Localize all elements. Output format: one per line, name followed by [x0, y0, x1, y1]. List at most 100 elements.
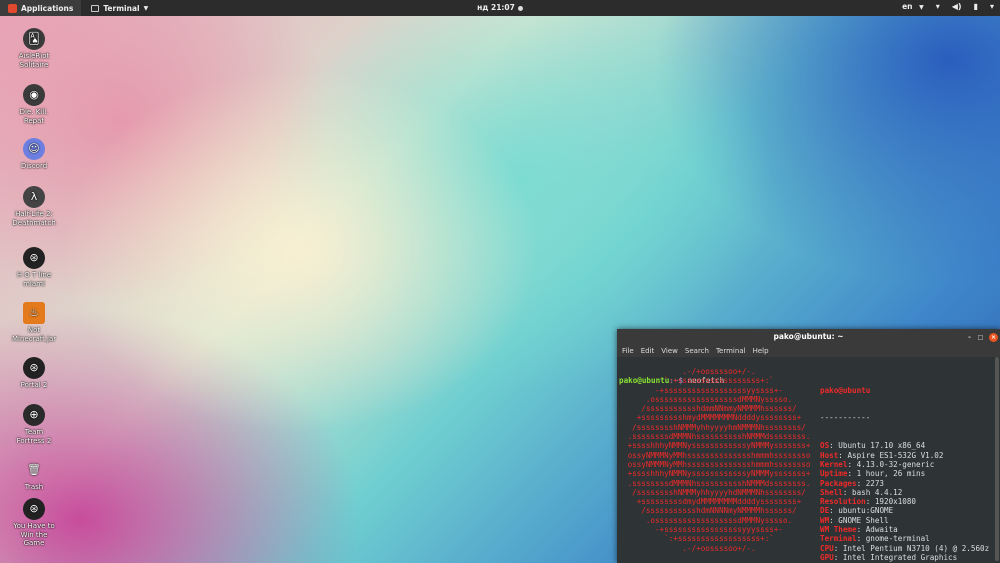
- menu-item-help[interactable]: Help: [753, 347, 769, 355]
- top-panel: Applications Terminal ▼ нд 21:07 en ▼ ▾ …: [0, 0, 1000, 16]
- clock-container: нд 21:07: [0, 3, 1000, 12]
- desktop-icon-label: Half-Life 2: Deathmatch: [12, 210, 56, 227]
- logo-line: .-/+oossssoo+/-.: [682, 367, 756, 376]
- wifi-icon[interactable]: ▾: [936, 2, 940, 11]
- info-key: Shell: [820, 487, 843, 497]
- close-button[interactable]: ×: [989, 333, 998, 342]
- info-value: : GNOME Shell: [829, 515, 889, 525]
- terminal-menubar: File Edit View Search Terminal Help: [617, 345, 1000, 357]
- logo-line: .-/+oossssoo+/-.: [682, 543, 756, 553]
- terminal-icon: [91, 4, 100, 12]
- menu-item-terminal[interactable]: Terminal: [716, 347, 746, 355]
- game-ball-icon: ◉: [23, 84, 45, 106]
- taskbar-terminal-label: Terminal: [103, 3, 140, 13]
- menu-item-file[interactable]: File: [622, 347, 634, 355]
- taskbar-terminal[interactable]: Terminal ▼: [91, 4, 148, 13]
- logo-line: .ossssssssssssssssssdMMMNysssso.: [645, 394, 793, 404]
- user-host: pako@ubuntu: [820, 385, 871, 395]
- info-value: : Intel Integrated Graphics: [833, 552, 958, 562]
- menu-item-edit[interactable]: Edit: [641, 347, 655, 355]
- separator: -----------: [820, 413, 871, 423]
- logo-line: +ssssssssshmydMMMMMMMNddddyssssssss+: [636, 413, 802, 423]
- logo-line: .ssssssssdMMMNhsssssssssshNMMMdssssssss.: [627, 432, 811, 442]
- info-key: DE: [820, 506, 830, 516]
- desktop-icon[interactable]: ⊛ H O T line miami: [12, 247, 56, 288]
- applications-icon: [8, 3, 17, 13]
- logo-line: /ssssssssssshdmmNNmmyNMMMMhssssss/: [641, 404, 797, 414]
- info-key: GPU: [820, 552, 834, 562]
- jar-file-icon: ♨: [23, 302, 45, 324]
- info-key: Resolution: [820, 497, 866, 507]
- info-key: WM: [820, 515, 830, 525]
- notification-dot-icon: [517, 5, 523, 11]
- desktop-icon-label: Die. Kill. Repat: [19, 108, 49, 125]
- discord-icon: ☺: [23, 138, 45, 160]
- info-key: WM Theme: [820, 525, 857, 535]
- desktop-icon-label: H O T line miami: [16, 271, 52, 288]
- logo-line: /ssssssssssshdmNNNNmyNMMMMhssssss/: [641, 506, 797, 516]
- info-value: : Aspire ES1-532G V1.02: [838, 450, 944, 460]
- info-key: Kernel: [820, 459, 848, 469]
- cards-icon: 🂡: [23, 28, 45, 50]
- info-value: : Ubuntu 17.10 x86_64: [829, 441, 926, 451]
- info-key: OS: [820, 441, 830, 451]
- terminal-titlebar[interactable]: pako@ubuntu: ~ – □ ×: [617, 329, 1000, 345]
- desktop-icon-label: Discord: [20, 162, 48, 170]
- desktop-icon[interactable]: ⊕ Team Fortress 2: [12, 404, 56, 445]
- info-key: CPU: [820, 543, 834, 553]
- desktop-icon-label: Team Fortress 2: [16, 428, 52, 445]
- logo-line: -+sssssssssssssssssyyyssss+-: [654, 525, 783, 535]
- minimize-button[interactable]: –: [965, 333, 974, 342]
- desktop-icon-label: Trash: [24, 483, 44, 491]
- desktop-icon[interactable]: 🗑 Trash: [12, 459, 56, 492]
- terminal-title: pako@ubuntu: ~: [773, 332, 844, 341]
- logo-line: +sssshhhyNMMNyssssssssssssyNMMMysssssss+: [627, 469, 811, 479]
- ubuntu-ascii-logo: .-/+oossssoo+/-. `:+ssssssssssssssssss+:`…: [619, 367, 819, 553]
- system-tray: en ▼ ▾ ◀) ▮ ▾: [902, 2, 994, 11]
- chevron-down-icon: ▼: [919, 4, 924, 11]
- terminal-window[interactable]: pako@ubuntu: ~ – □ × File Edit View Search T…: [617, 329, 1000, 563]
- steam-icon: ⊛: [23, 247, 45, 269]
- info-key: Packages: [820, 478, 857, 488]
- info-line: DE: ubuntu:GNOME: [820, 506, 989, 515]
- applications-label: Applications: [21, 3, 74, 13]
- desktop-icon-label: You Have to Win the Game: [13, 522, 55, 547]
- info-line: Host: Aspire ES1-532G V1.02: [820, 451, 989, 460]
- desktop-icon[interactable]: ☺ Discord: [12, 138, 56, 171]
- info-value: : 4.13.0-32-generic: [847, 459, 935, 469]
- desktop-icon[interactable]: ♨ Not Minecraft.jar: [12, 302, 56, 343]
- steam-icon: ⊛: [23, 498, 45, 520]
- info-line: GPU: Intel Integrated Graphics: [820, 553, 989, 562]
- tf2-icon: ⊕: [23, 404, 45, 426]
- applications-menu[interactable]: Applications: [0, 0, 82, 16]
- menu-item-search[interactable]: Search: [685, 347, 709, 355]
- clock[interactable]: нд 21:07: [477, 3, 515, 12]
- info-line: Kernel: 4.13.0-32-generic: [820, 460, 989, 469]
- maximize-button[interactable]: □: [976, 333, 985, 342]
- info-line: Shell: bash 4.4.12: [820, 488, 989, 497]
- battery-icon[interactable]: ▮: [974, 2, 978, 11]
- info-line: WM Theme: Adwaita: [820, 525, 989, 534]
- logo-line: `:+ssssssssssssssssss+:`: [664, 376, 774, 386]
- info-line: Resolution: 1920x1080: [820, 497, 989, 506]
- language-indicator[interactable]: en ▼: [902, 2, 924, 11]
- desktop-icon[interactable]: 🂡 AisleRiot Solitaire: [12, 28, 56, 69]
- logo-line: +sssssssssdmydMMMMMMMMddddyssssssss+: [636, 497, 802, 507]
- desktop-icon[interactable]: ⊛ You Have to Win the Game: [12, 498, 56, 548]
- info-line: Terminal: gnome-terminal: [820, 534, 989, 543]
- info-line: OS: Ubuntu 17.10 x86_64: [820, 441, 989, 450]
- logo-line: .ssssssssdMMMNhsssssssssshNMMMdssssssss.: [627, 478, 811, 488]
- chevron-down-icon[interactable]: ▾: [990, 2, 994, 11]
- desktop-icon[interactable]: λ Half-Life 2: Deathmatch: [12, 186, 56, 227]
- desktop-icon-label: Portal 2: [20, 381, 48, 389]
- volume-icon[interactable]: ◀): [952, 2, 962, 11]
- desktop-icon[interactable]: ⊛ Portal 2: [12, 357, 56, 390]
- desktop-icon[interactable]: ◉ Die. Kill. Repat: [12, 84, 56, 125]
- terminal-scrollbar[interactable]: [995, 357, 999, 561]
- logo-line: .ossssssssssssssssssdMMMNysssso.: [645, 515, 793, 525]
- info-line: Packages: 2273: [820, 479, 989, 488]
- menu-item-view[interactable]: View: [661, 347, 678, 355]
- logo-line: /sssssssshNMMMyhhyyyyhdNMMMNhssssssss/: [632, 487, 806, 497]
- logo-line: ossyNMMMNyMMhsssssssssssssshmmmhssssssso: [627, 450, 811, 460]
- terminal-output[interactable]: pako@ubuntu:~$ neofetch .-/+oossssoo+/-.…: [619, 357, 994, 563]
